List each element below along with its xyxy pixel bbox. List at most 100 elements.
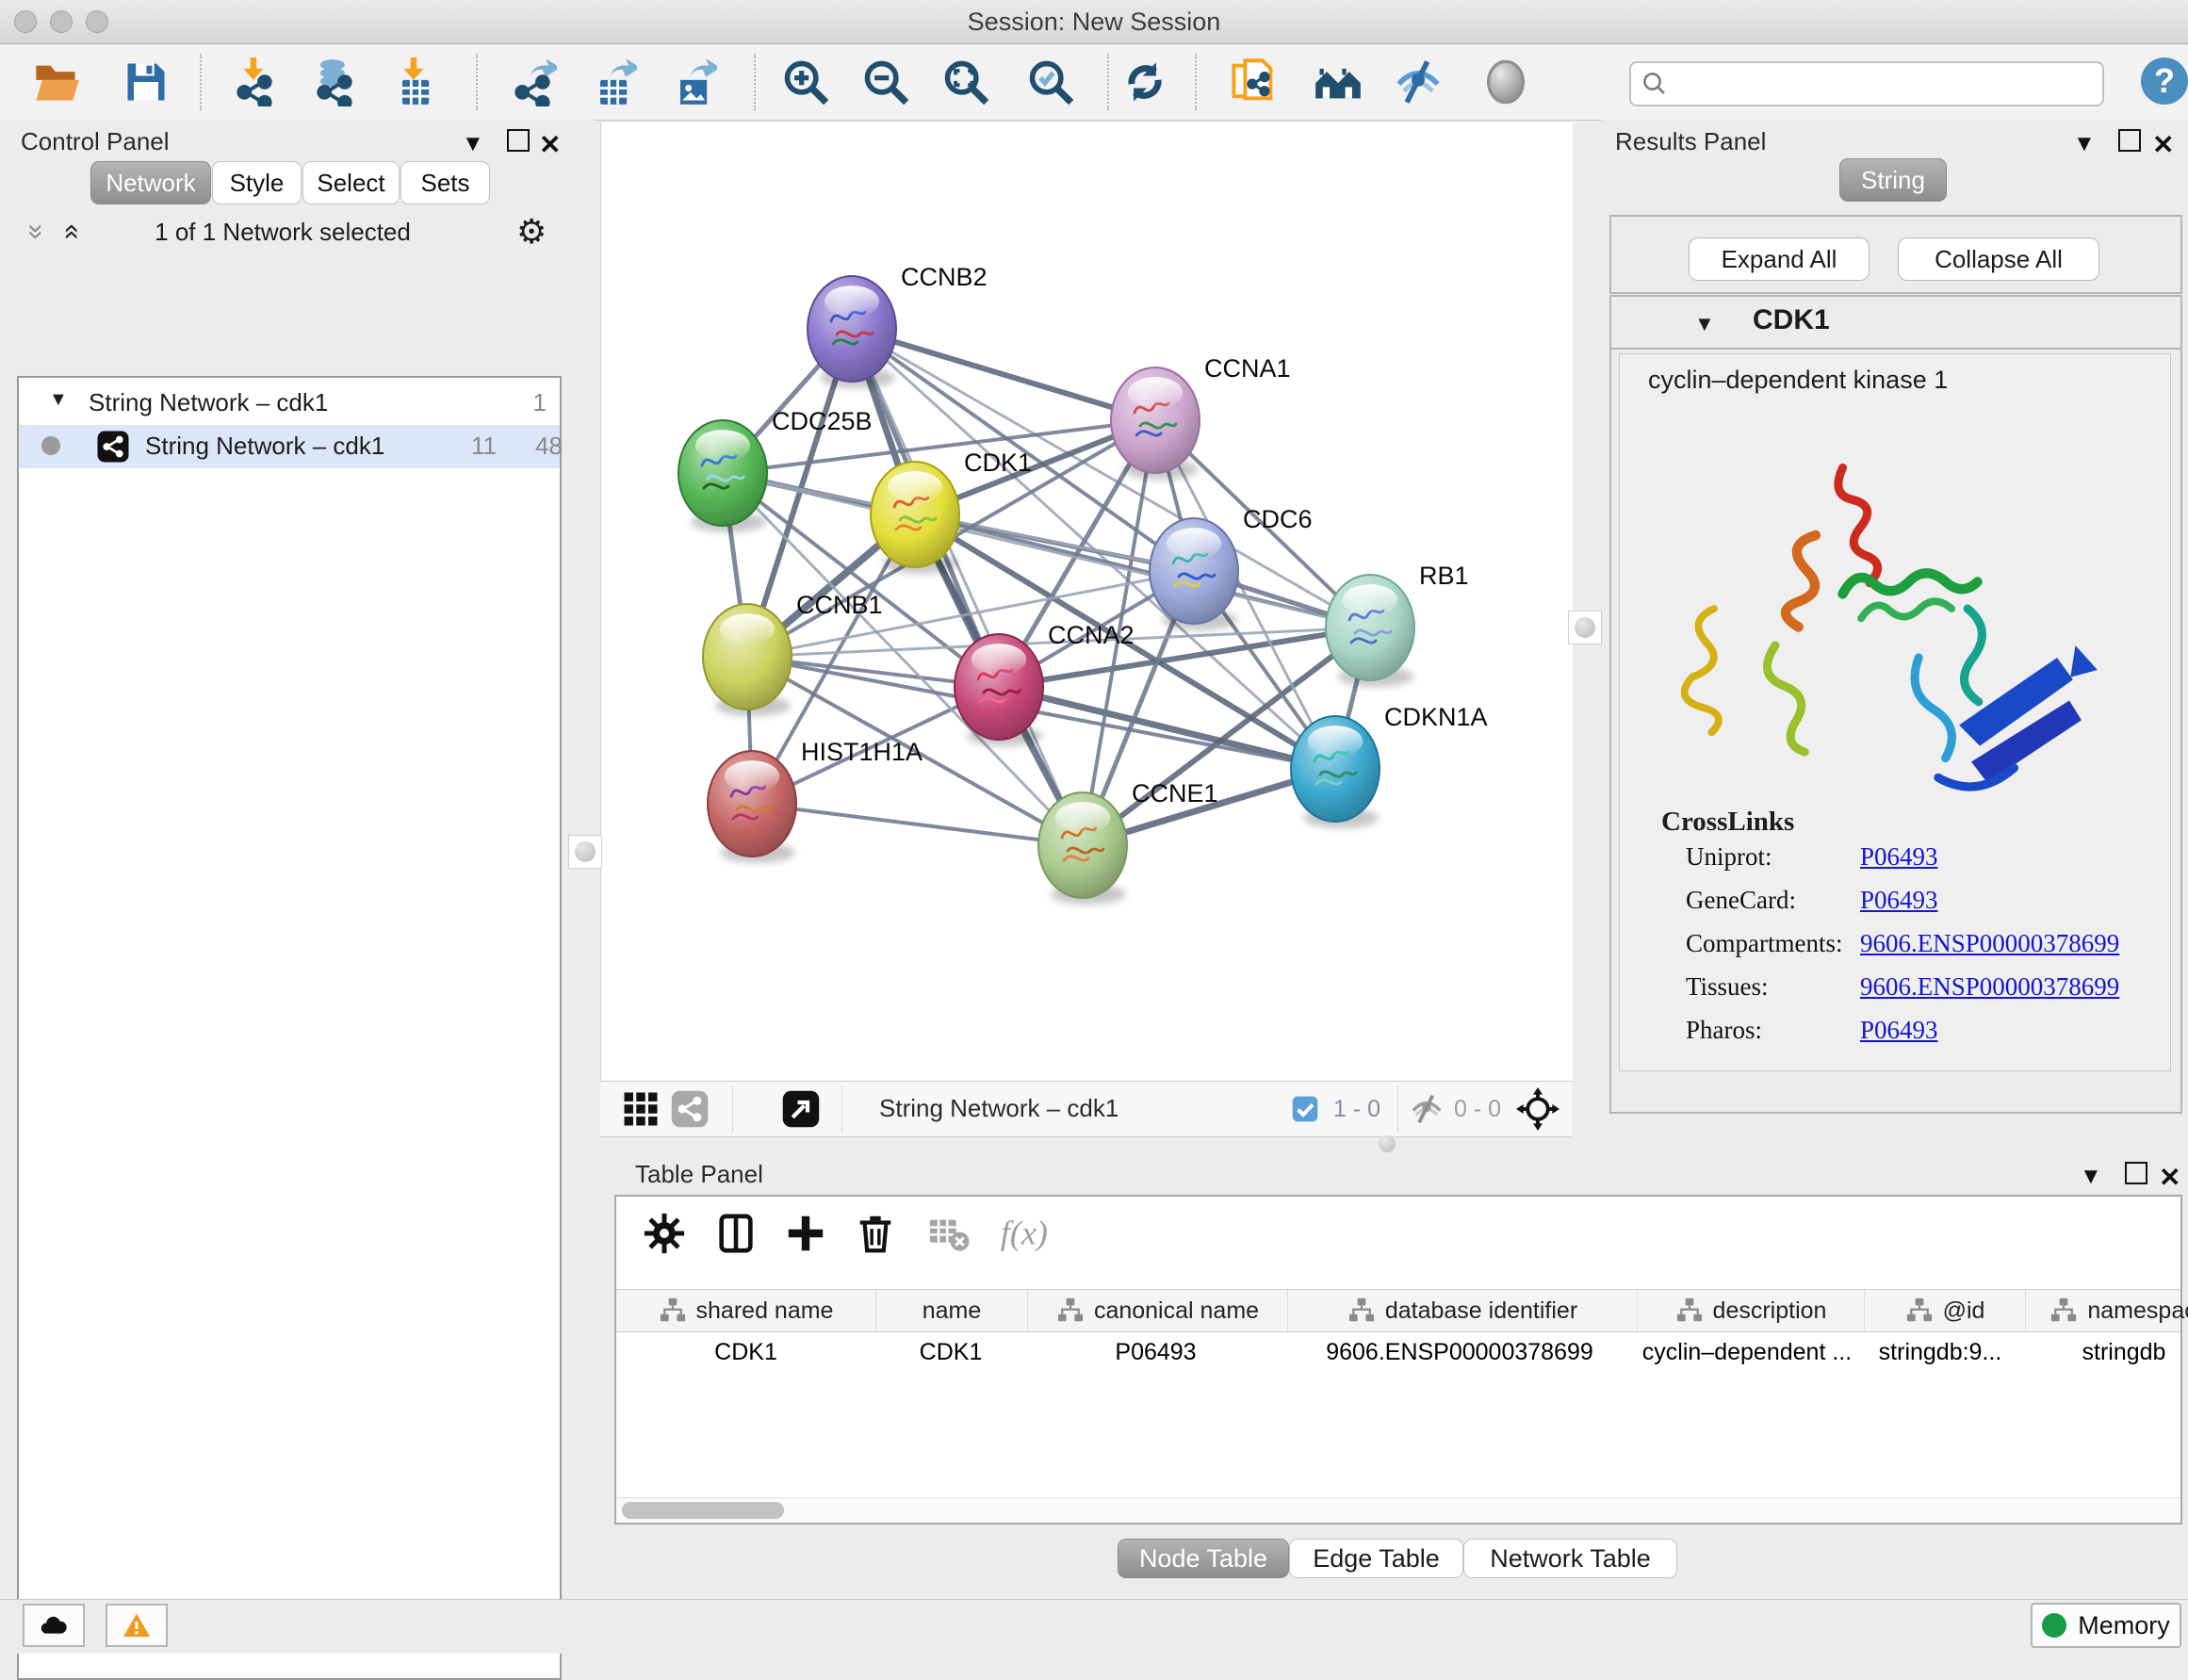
search-input[interactable] bbox=[1678, 67, 2087, 99]
show-all-button[interactable] bbox=[1481, 57, 1530, 106]
network-label: String Network – cdk1 bbox=[145, 432, 384, 461]
close-results-icon[interactable]: ✕ bbox=[2152, 129, 2174, 160]
network-node-CCNE1[interactable] bbox=[1038, 792, 1127, 905]
crosslinks-title: CrossLinks bbox=[1661, 807, 1794, 838]
column-header-sharedname[interactable]: shared name bbox=[616, 1290, 876, 1331]
maximize-panel-icon[interactable] bbox=[507, 129, 530, 158]
close-panel-icon[interactable]: ✕ bbox=[539, 129, 561, 160]
results-button-bar: Expand All Collapse All bbox=[1609, 215, 2182, 294]
string-home-button[interactable] bbox=[1314, 57, 1363, 106]
detach-view-icon[interactable] bbox=[781, 1089, 821, 1129]
tab-select[interactable]: Select bbox=[302, 161, 400, 204]
save-session-button[interactable] bbox=[122, 57, 171, 106]
zoom-fit-button[interactable] bbox=[941, 57, 990, 106]
crosslink-link[interactable]: P06493 bbox=[1860, 842, 1938, 872]
tab-network-table[interactable]: Network Table bbox=[1463, 1539, 1677, 1578]
cytoscape-window: { "window": {"title": "Session: New Sess… bbox=[0, 0, 2188, 1653]
network-node-CCNA1[interactable] bbox=[1111, 367, 1200, 480]
export-table-button[interactable] bbox=[588, 57, 637, 106]
protein-expander-icon[interactable]: ▼ bbox=[1694, 312, 1715, 336]
column-header-namespace[interactable]: namespace bbox=[2026, 1290, 2188, 1331]
network-node-CCNB1[interactable] bbox=[703, 604, 792, 716]
import-network-database-button[interactable] bbox=[310, 57, 359, 106]
export-image-button[interactable] bbox=[668, 57, 717, 106]
crosslink-link[interactable]: 9606.ENSP00000378699 bbox=[1860, 972, 2119, 1002]
float-panel-icon[interactable]: ▼ bbox=[462, 131, 484, 157]
network-node-CDKN1A[interactable] bbox=[1291, 716, 1380, 828]
show-columns-icon[interactable] bbox=[714, 1212, 758, 1255]
memory-button[interactable]: Memory bbox=[2031, 1603, 2181, 1648]
table-horizontal-scrollbar[interactable] bbox=[616, 1497, 2180, 1523]
selected-checkbox-icon[interactable] bbox=[1290, 1094, 1320, 1124]
network-node-CDK1[interactable] bbox=[871, 462, 959, 574]
help-button[interactable]: ? bbox=[2141, 57, 2188, 105]
search-box[interactable] bbox=[1629, 61, 2104, 106]
bottom-sash-handle[interactable] bbox=[1373, 1135, 1401, 1152]
column-header-description[interactable]: description bbox=[1638, 1290, 1865, 1331]
network-edge-CCNE1-HIST1H1A[interactable] bbox=[752, 804, 1083, 845]
warning-button[interactable] bbox=[106, 1604, 168, 1647]
float-table-icon[interactable]: ▼ bbox=[2080, 1164, 2102, 1190]
create-column-icon[interactable] bbox=[784, 1212, 827, 1255]
selected-count: 1 - 0 bbox=[1333, 1096, 1380, 1123]
network-selection-status: 1 of 1 Network selected bbox=[0, 218, 565, 247]
tab-node-table[interactable]: Node Table bbox=[1118, 1539, 1289, 1578]
crosslink-link[interactable]: P06493 bbox=[1860, 1016, 1938, 1045]
grid-view-icon[interactable] bbox=[621, 1089, 661, 1129]
collapse-all-button[interactable]: Collapse All bbox=[1898, 237, 2099, 281]
network-share-icon[interactable] bbox=[670, 1089, 710, 1129]
zoom-out-button[interactable] bbox=[861, 57, 910, 106]
network-node-CDC25B[interactable] bbox=[678, 420, 767, 532]
hidden-eye-slash-icon[interactable] bbox=[1409, 1091, 1445, 1127]
tab-network[interactable]: Network bbox=[90, 161, 211, 204]
network-node-HIST1H1A[interactable] bbox=[708, 751, 796, 863]
apply-layout-button[interactable] bbox=[1120, 57, 1169, 106]
cloud-button[interactable] bbox=[23, 1604, 85, 1647]
open-session-button[interactable] bbox=[32, 57, 81, 106]
float-results-icon[interactable]: ▼ bbox=[2073, 131, 2096, 157]
import-network-file-button[interactable] bbox=[230, 57, 279, 106]
right-sash-handle[interactable] bbox=[1568, 611, 1602, 644]
network-node-RB1[interactable] bbox=[1326, 575, 1414, 687]
table-row[interactable]: CDK1CDK1P064939606.ENSP00000378699cyclin… bbox=[616, 1331, 2180, 1373]
table-settings-gear-icon[interactable] bbox=[643, 1212, 686, 1255]
birds-eye-view-icon[interactable] bbox=[1516, 1087, 1559, 1131]
network-options-gear-icon[interactable]: ⚙ bbox=[516, 212, 547, 252]
zoom-in-button[interactable] bbox=[781, 57, 830, 106]
table-panel-title: Table Panel bbox=[635, 1160, 763, 1189]
left-sash-handle[interactable] bbox=[568, 835, 602, 869]
column-header-canonicalname[interactable]: canonical name bbox=[1028, 1290, 1288, 1331]
tab-style[interactable]: Style bbox=[212, 161, 302, 204]
string-network-icon bbox=[96, 430, 130, 464]
network-edge-CCNB2-CCNA1[interactable] bbox=[852, 329, 1155, 420]
column-header-id[interactable]: @id bbox=[1865, 1290, 2026, 1331]
network-collection-row[interactable]: ▼ String Network – cdk1 1 bbox=[19, 382, 560, 425]
hide-selected-button[interactable] bbox=[1394, 57, 1443, 106]
clone-network-button[interactable] bbox=[1229, 57, 1278, 106]
expand-all-button[interactable]: Expand All bbox=[1689, 237, 1870, 281]
network-row-selected[interactable]: String Network – cdk1 11 48 bbox=[19, 425, 560, 468]
column-header-databaseidentifier[interactable]: database identifier bbox=[1288, 1290, 1638, 1331]
cell-canonicalname: P06493 bbox=[1026, 1331, 1285, 1373]
protein-card-header[interactable]: ▼ CDK1 bbox=[1611, 297, 2180, 350]
collection-expander-icon[interactable]: ▼ bbox=[49, 389, 68, 411]
export-network-button[interactable] bbox=[508, 57, 557, 106]
tab-sets[interactable]: Sets bbox=[400, 161, 490, 204]
crosslink-row: GeneCard:P06493 bbox=[1620, 886, 2170, 929]
tab-string[interactable]: String bbox=[1839, 158, 1947, 202]
import-table-button[interactable] bbox=[390, 57, 439, 106]
close-table-icon[interactable]: ✕ bbox=[2159, 1162, 2180, 1193]
network-node-CCNB2[interactable] bbox=[808, 276, 896, 388]
tab-edge-table[interactable]: Edge Table bbox=[1289, 1539, 1463, 1578]
scrollbar-thumb[interactable] bbox=[622, 1502, 784, 1519]
maximize-results-icon[interactable] bbox=[2118, 129, 2141, 158]
maximize-table-icon[interactable] bbox=[2125, 1162, 2147, 1191]
crosslink-link[interactable]: 9606.ENSP00000378699 bbox=[1860, 929, 2119, 958]
column-header-name[interactable]: name bbox=[876, 1290, 1028, 1331]
delete-column-trash-icon[interactable] bbox=[854, 1212, 897, 1255]
zoom-selected-button[interactable] bbox=[1026, 57, 1075, 106]
crosslink-link[interactable]: P06493 bbox=[1860, 886, 1938, 915]
network-node-CCNA2[interactable] bbox=[955, 634, 1043, 746]
network-view[interactable]: CCNB2CCNA1CDC25BCDK1CDC6RB1CCNB1CCNA2CDK… bbox=[600, 122, 1573, 1081]
network-edge-CCNB2-CCNE1[interactable] bbox=[852, 329, 1083, 845]
